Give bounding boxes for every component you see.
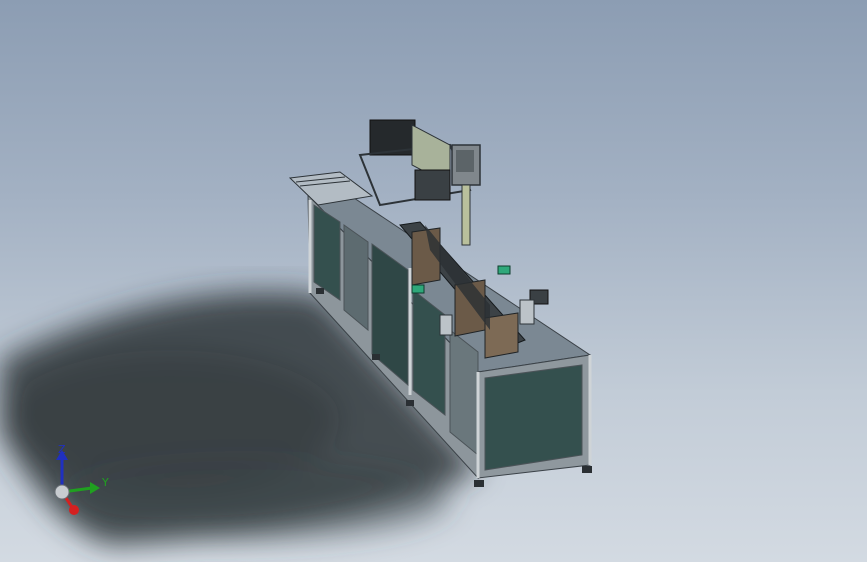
y-axis-arrow-icon xyxy=(90,482,100,494)
triad-origin xyxy=(54,484,70,500)
y-axis-label: Y xyxy=(101,476,109,489)
sensor-1 xyxy=(497,265,511,275)
upper-motor-block xyxy=(414,169,451,201)
actuator-3 xyxy=(439,314,453,336)
sensor-2 xyxy=(411,284,425,294)
machine-model[interactable] xyxy=(0,0,867,562)
coordinate-triad: Z Y xyxy=(54,443,109,515)
feeder-tray xyxy=(288,171,374,206)
support-column xyxy=(461,184,471,246)
x-axis-ball-icon xyxy=(69,505,79,515)
end-panel xyxy=(484,364,583,471)
actuator-2 xyxy=(519,299,535,325)
z-axis-label: Z xyxy=(58,443,66,456)
3d-graphics-viewport[interactable]: Z Y xyxy=(0,0,867,562)
